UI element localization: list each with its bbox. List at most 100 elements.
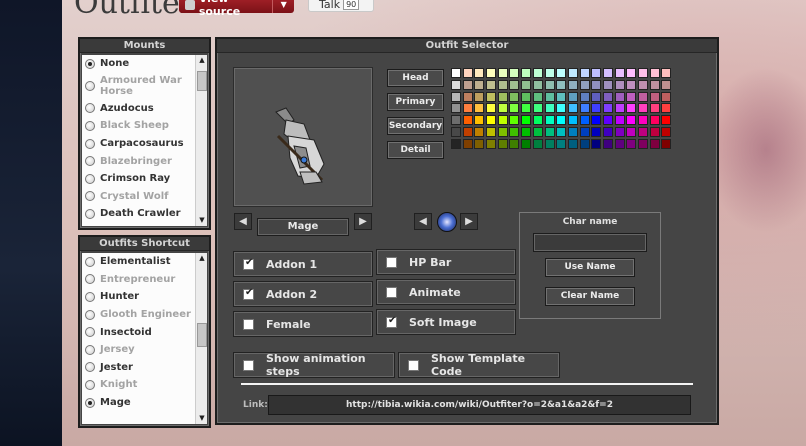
color-swatch[interactable] — [626, 126, 637, 137]
color-swatch[interactable] — [544, 79, 555, 90]
rotate-left-button[interactable]: ◀ — [414, 213, 432, 230]
animate-option[interactable]: Animate — [376, 279, 516, 305]
color-swatch[interactable] — [497, 103, 508, 114]
color-swatch[interactable] — [532, 68, 543, 78]
color-swatch[interactable] — [497, 91, 508, 102]
list-item[interactable]: None — [82, 55, 195, 73]
scroll-down-icon[interactable]: ▼ — [196, 215, 208, 226]
color-swatch[interactable] — [556, 91, 567, 102]
color-palette[interactable] — [451, 68, 673, 151]
color-swatch[interactable] — [451, 115, 461, 126]
color-swatch[interactable] — [486, 79, 497, 90]
list-item[interactable]: Crystal Wolf — [82, 188, 195, 206]
list-item[interactable]: Hunter — [82, 288, 195, 306]
color-swatch[interactable] — [521, 91, 532, 102]
color-swatch[interactable] — [638, 79, 648, 90]
list-item[interactable]: Insectoid — [82, 323, 195, 341]
radio-icon[interactable] — [85, 120, 95, 131]
color-swatch[interactable] — [602, 79, 613, 90]
prev-outfit-button[interactable]: ◀ — [234, 213, 252, 230]
radio-icon[interactable] — [85, 138, 95, 149]
color-swatch[interactable] — [626, 68, 637, 78]
color-swatch[interactable] — [591, 126, 602, 137]
color-swatch[interactable] — [649, 115, 660, 126]
show-steps-checkbox[interactable] — [243, 359, 254, 371]
color-swatch[interactable] — [579, 115, 590, 126]
list-item[interactable]: Armoured War Horse — [82, 73, 195, 100]
scroll-thumb[interactable] — [197, 323, 207, 347]
color-swatch[interactable] — [509, 91, 520, 102]
color-swatch[interactable] — [614, 126, 625, 137]
rotate-right-button[interactable]: ▶ — [460, 213, 478, 230]
color-swatch[interactable] — [556, 103, 567, 114]
color-swatch[interactable] — [532, 126, 543, 137]
color-swatch[interactable] — [532, 79, 543, 90]
addon1-checkbox[interactable] — [243, 257, 254, 270]
show-template-checkbox[interactable] — [408, 359, 419, 371]
color-swatch[interactable] — [626, 91, 637, 102]
color-swatch[interactable] — [602, 103, 613, 114]
color-swatch[interactable] — [462, 126, 473, 137]
color-swatch[interactable] — [626, 138, 637, 149]
color-swatch[interactable] — [497, 126, 508, 137]
color-swatch[interactable] — [556, 68, 567, 78]
color-swatch[interactable] — [567, 68, 578, 78]
color-swatch[interactable] — [556, 138, 567, 149]
outfits-scrollbar[interactable]: ▲ ▼ — [195, 253, 207, 424]
color-swatch[interactable] — [579, 79, 590, 90]
color-swatch[interactable] — [474, 68, 485, 78]
female-checkbox[interactable] — [243, 318, 254, 330]
hp-bar-option[interactable]: HP Bar — [376, 249, 516, 275]
soft-image-checkbox[interactable] — [386, 315, 397, 328]
radio-icon[interactable] — [85, 291, 95, 302]
color-swatch[interactable] — [591, 115, 602, 126]
color-swatch[interactable] — [497, 138, 508, 149]
scroll-thumb[interactable] — [197, 71, 207, 91]
radio-icon[interactable] — [85, 344, 95, 355]
color-swatch[interactable] — [567, 115, 578, 126]
color-swatch[interactable] — [509, 126, 520, 137]
list-item[interactable]: Carpacosaurus — [82, 135, 195, 153]
mounts-scrollbar[interactable]: ▲ ▼ — [195, 55, 207, 226]
color-swatch[interactable] — [649, 126, 660, 137]
link-field[interactable]: http://tibia.wikia.com/wiki/Outfiter?o=2… — [268, 395, 691, 415]
color-swatch[interactable] — [579, 91, 590, 102]
color-swatch[interactable] — [451, 126, 461, 137]
color-swatch[interactable] — [462, 138, 473, 149]
radio-icon[interactable] — [85, 208, 95, 219]
color-swatch[interactable] — [509, 138, 520, 149]
color-swatch[interactable] — [591, 68, 602, 78]
color-swatch[interactable] — [486, 138, 497, 149]
scroll-up-icon[interactable]: ▲ — [196, 253, 208, 264]
talk-button[interactable]: Talk 90 — [308, 0, 374, 12]
color-swatch[interactable] — [614, 91, 625, 102]
color-swatch[interactable] — [602, 91, 613, 102]
soft-image-option[interactable]: Soft Image — [376, 309, 516, 335]
use-name-button[interactable]: Use Name — [545, 258, 635, 277]
color-swatch[interactable] — [521, 126, 532, 137]
list-item[interactable]: Jester — [82, 359, 195, 377]
outfits-list[interactable]: Elementalist Entrepreneur Hunter Glooth Eng… — [82, 253, 195, 424]
compass-icon[interactable] — [437, 212, 457, 232]
color-swatch[interactable] — [614, 115, 625, 126]
color-swatch[interactable] — [602, 126, 613, 137]
color-swatch[interactable] — [474, 115, 485, 126]
clear-name-button[interactable]: Clear Name — [545, 287, 635, 306]
list-item[interactable]: Blazebringer — [82, 152, 195, 170]
color-swatch[interactable] — [544, 103, 555, 114]
color-swatch[interactable] — [638, 68, 648, 78]
color-swatch[interactable] — [649, 91, 660, 102]
head-button[interactable]: Head — [387, 69, 444, 87]
color-swatch[interactable] — [556, 115, 567, 126]
color-swatch[interactable] — [638, 91, 648, 102]
radio-icon[interactable] — [85, 309, 95, 320]
radio-icon[interactable] — [85, 156, 95, 167]
color-swatch[interactable] — [579, 126, 590, 137]
radio-icon[interactable] — [85, 379, 95, 390]
female-option[interactable]: Female — [233, 311, 373, 337]
primary-button[interactable]: Primary — [387, 93, 444, 111]
color-swatch[interactable] — [486, 103, 497, 114]
color-swatch[interactable] — [638, 103, 648, 114]
color-swatch[interactable] — [614, 68, 625, 78]
color-swatch[interactable] — [521, 79, 532, 90]
